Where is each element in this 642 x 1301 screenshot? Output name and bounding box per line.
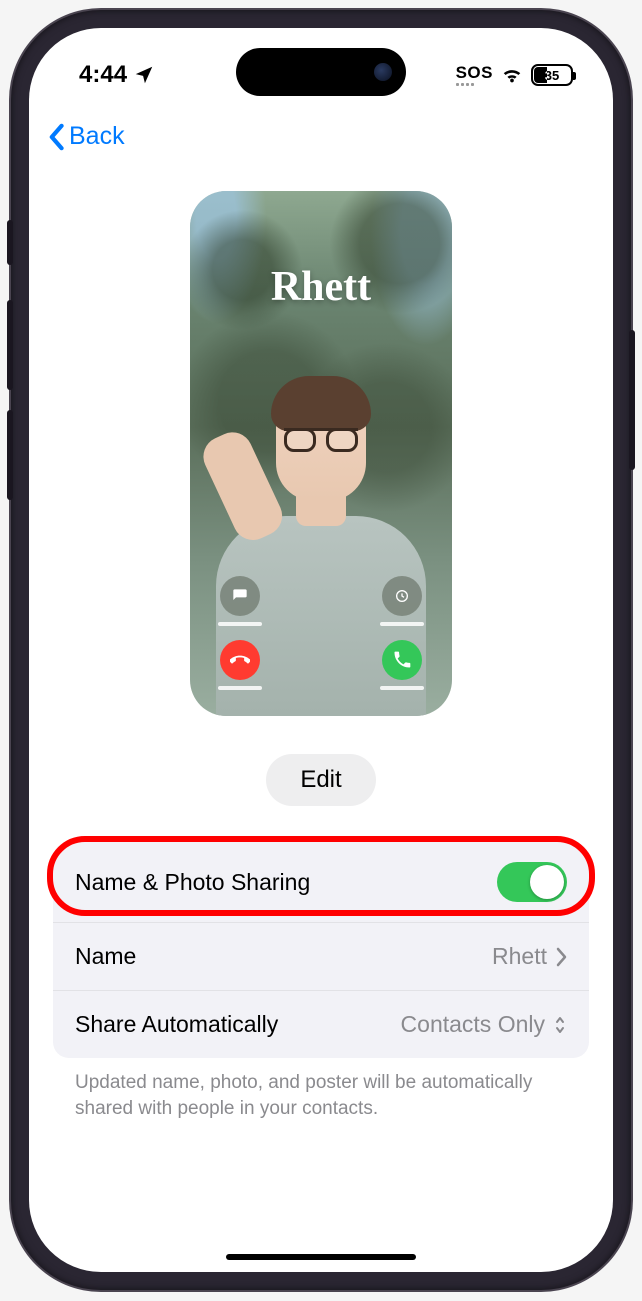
- settings-footer-text: Updated name, photo, and poster will be …: [53, 1058, 589, 1121]
- sharing-label: Name & Photo Sharing: [75, 869, 310, 896]
- up-down-chevron-icon: [553, 1014, 567, 1036]
- share-automatically-row[interactable]: Share Automatically Contacts Only: [53, 991, 589, 1058]
- power-button: [629, 330, 635, 470]
- name-row[interactable]: Name Rhett: [53, 923, 589, 991]
- battery-icon: 35: [531, 64, 573, 86]
- sos-indicator: SOS: [456, 64, 493, 86]
- decline-call-icon: [220, 640, 260, 680]
- battery-percentage: 35: [533, 68, 571, 83]
- name-label: Name: [75, 943, 136, 970]
- dynamic-island: [236, 48, 406, 96]
- volume-down-button: [7, 410, 13, 500]
- name-value: Rhett: [492, 943, 547, 970]
- message-icon: [382, 576, 422, 616]
- toggle-knob: [530, 865, 564, 899]
- share-auto-value: Contacts Only: [401, 1011, 545, 1038]
- edit-button[interactable]: Edit: [266, 754, 375, 806]
- sharing-toggle[interactable]: [497, 862, 567, 902]
- poster-name-label: Rhett: [190, 263, 452, 311]
- accept-call-icon: [382, 640, 422, 680]
- phone-frame: 4:44 SOS 35 Back: [11, 10, 631, 1290]
- call-ui-overlay: [190, 576, 452, 690]
- settings-group: Name & Photo Sharing Name Rhett Share Au…: [53, 842, 589, 1058]
- back-label: Back: [69, 122, 125, 151]
- content-area: Rhett: [29, 161, 613, 1272]
- front-camera-icon: [374, 63, 392, 81]
- remind-me-icon: [220, 576, 260, 616]
- wifi-icon: [501, 64, 523, 86]
- status-time: 4:44: [79, 61, 127, 89]
- contact-poster-preview[interactable]: Rhett: [190, 191, 452, 716]
- name-photo-sharing-row[interactable]: Name & Photo Sharing: [53, 842, 589, 923]
- location-arrow-icon: [133, 64, 155, 86]
- chevron-right-icon: [555, 947, 567, 967]
- share-auto-label: Share Automatically: [75, 1011, 278, 1038]
- volume-up-button: [7, 300, 13, 390]
- screen: 4:44 SOS 35 Back: [29, 28, 613, 1272]
- back-button[interactable]: Back: [29, 108, 613, 161]
- home-indicator[interactable]: [226, 1254, 416, 1260]
- chevron-left-icon: [47, 123, 65, 151]
- ringer-switch: [7, 220, 13, 265]
